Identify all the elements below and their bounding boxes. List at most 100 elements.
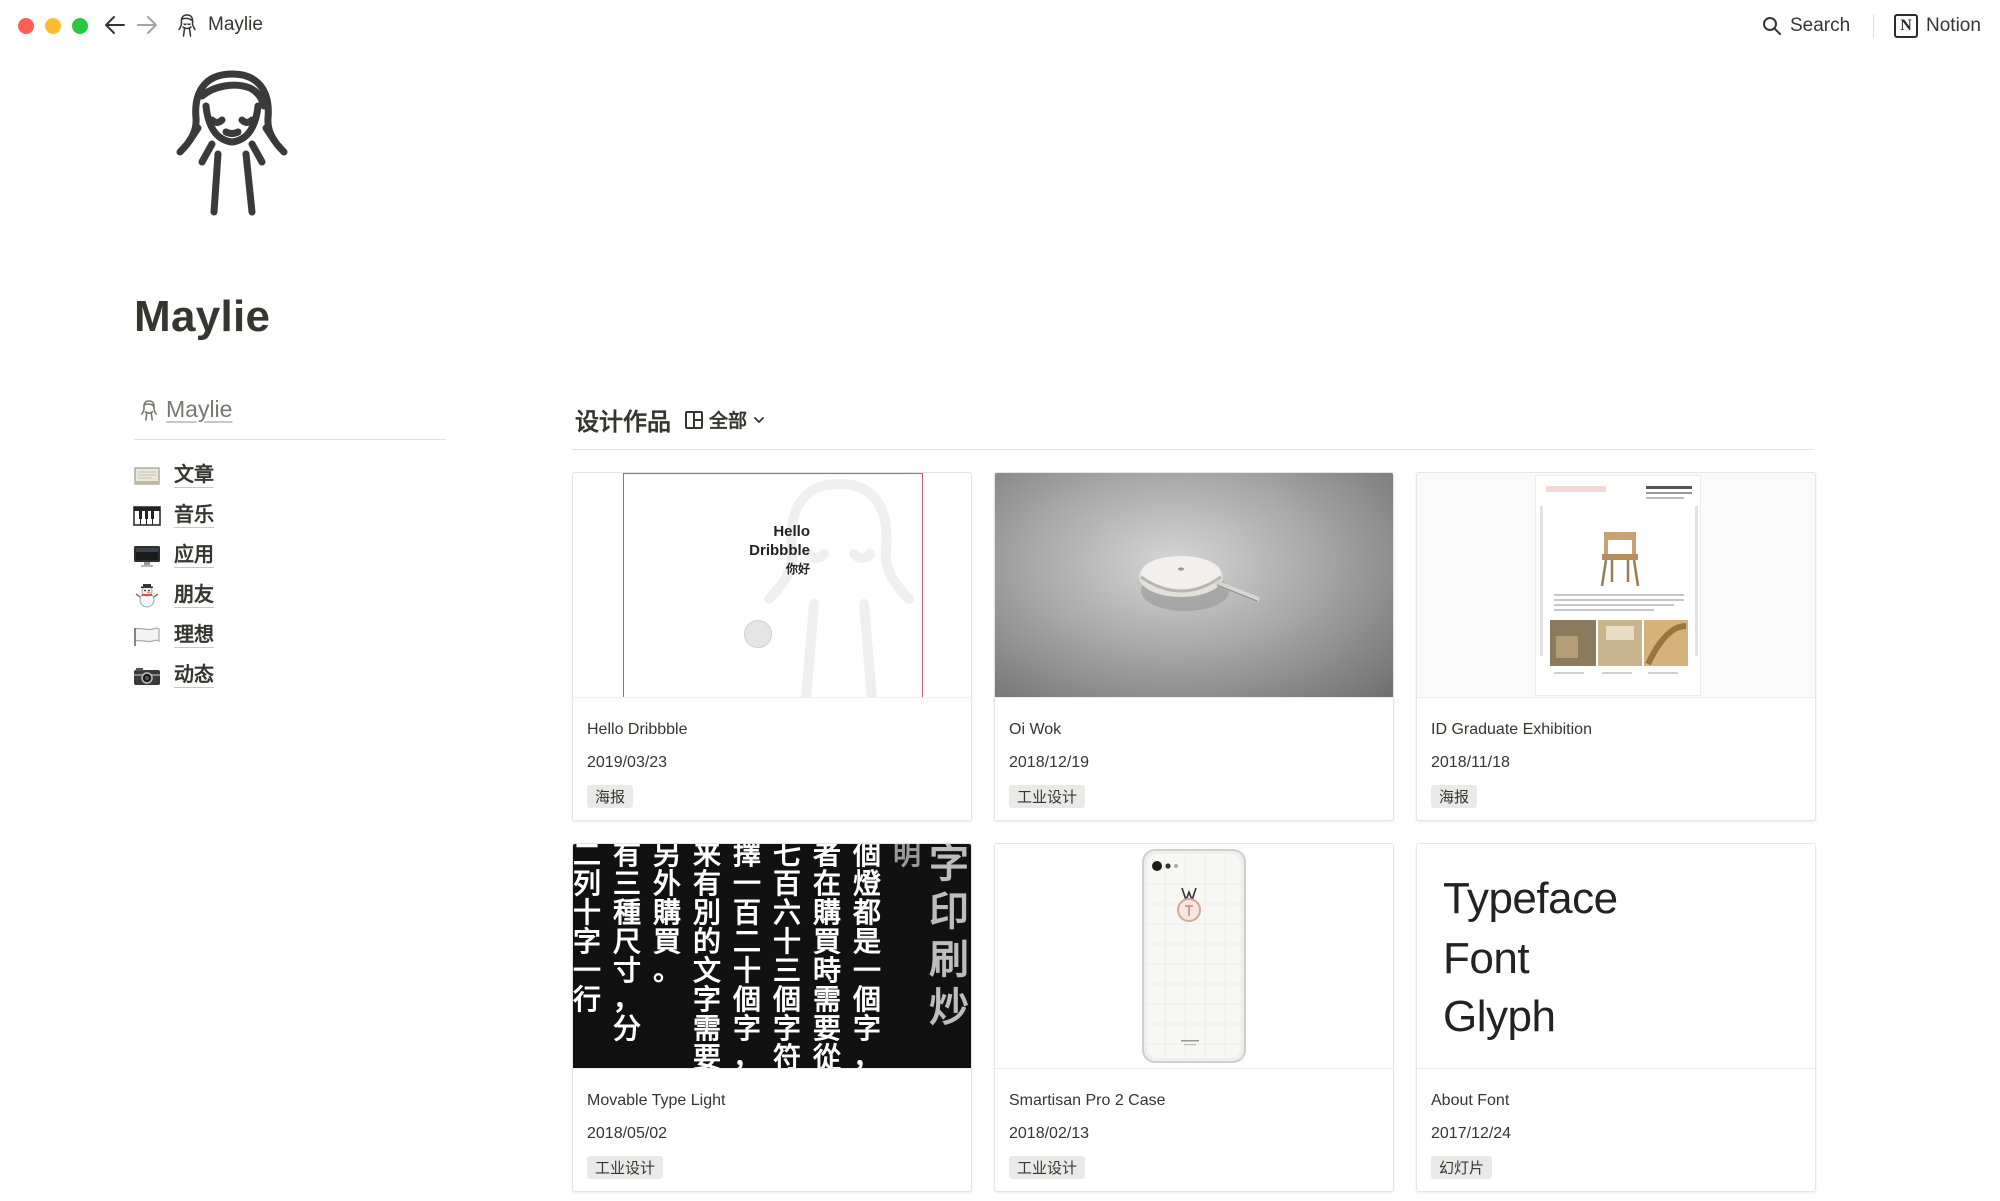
card-tag: 幻灯片 [1431,1156,1493,1179]
card-cover-image [995,844,1393,1069]
slide-word: Font [1443,934,1530,983]
poster-text: Hello Dribbble 你好 [700,522,810,579]
card-cover-image: 二 列 十 字 一 行 有 三 種 尺 寸 ， 分 另 外 購 買 。 来 有 … [573,844,971,1069]
card-title: ID Graduate Exhibition [1431,721,1592,738]
card-cover-image [1417,473,1815,698]
view-switcher[interactable]: 全部 [685,406,765,433]
notebook-icon [132,463,162,489]
card-date: 2019/03/23 [587,754,668,771]
girl-sketch-icon[interactable] [172,66,292,216]
page-title: Maylie [134,292,271,341]
card-title: About Font [1431,1092,1510,1109]
card-title: Hello Dribbble [587,721,688,738]
notion-label: Notion [1926,15,1981,36]
exhibition-poster [1535,475,1701,696]
gallery-card[interactable]: Oi Wok 2018/12/19 工业设计 [994,472,1394,821]
desktop-computer-icon [132,543,162,569]
slide-word: Glyph [1443,992,1556,1041]
page-link-updates[interactable]: 动态 [132,656,214,696]
girl-sketch-icon [141,399,157,421]
wok-product-image [1139,556,1260,611]
type-column: 另 外 購 買 。 [652,844,681,987]
poster-line: Hello [773,523,810,540]
card-cover-image: Hello Dribbble 你好 [573,473,971,698]
page-link-label: 应用 [174,544,214,568]
gallery-header: 设计作品 全部 [575,402,765,437]
window-close-button[interactable] [18,18,34,34]
page-link-label: 音乐 [174,504,214,528]
type-column: 七 百 六 十 三 個 字 符 [772,844,801,1069]
gallery-card[interactable]: Smartisan Pro 2 Case 2018/02/13 工业设计 [994,843,1394,1192]
window-minimize-button[interactable] [45,18,61,34]
type-column: 二 列 十 字 一 行 [573,844,601,1016]
card-date: 2018/05/02 [587,1125,668,1142]
camera-icon [132,663,162,689]
snowman-icon [132,583,162,609]
card-tag: 工业设计 [1009,785,1086,808]
left-divider [134,439,446,440]
slide-word: Typeface [1443,874,1618,923]
type-column: 明 [892,844,921,871]
card-title: Oi Wok [1009,721,1062,738]
page-link-ideals[interactable]: 理想 [132,616,214,656]
page-link-articles[interactable]: 文章 [132,456,214,496]
maylie-link-label: Maylie [166,396,233,422]
gallery-card[interactable]: Typeface Font Glyph About Font 2017/12/2… [1416,843,1816,1192]
page-link-apps[interactable]: 应用 [132,536,214,576]
topbar-divider [1873,14,1874,38]
type-column: 来 有 別 的 文 字 需 要 [692,844,721,1069]
card-cover-image [995,473,1393,698]
type-column: 有 三 種 尺 寸 ， 分 [612,844,641,1045]
window-maximize-button[interactable] [72,18,88,34]
page-link-list: 文章 音乐 应用 朋友 理想 动态 [132,456,214,696]
page-link-label: 动态 [174,664,214,688]
notion-button[interactable]: N Notion [1894,12,1981,40]
exhibition-poster-image [1540,486,1698,674]
search-button[interactable]: Search [1762,12,1850,40]
page-link-friends[interactable]: 朋友 [132,576,214,616]
view-label: 全部 [709,411,748,432]
gallery-view-icon [685,410,703,429]
type-column: 個 燈 都 是 一 個 字 ， [852,844,881,1069]
type-column: 字 印 刷 炒 [929,844,969,1031]
dribbble-ball-icon [744,620,772,648]
girl-sketch-icon [176,13,198,37]
phone-case-image [1142,849,1246,1063]
card-date: 2018/12/19 [1009,754,1090,771]
search-label: Search [1790,15,1851,36]
gallery-card[interactable]: ID Graduate Exhibition 2018/11/18 海报 [1416,472,1816,821]
back-arrow-icon[interactable] [102,12,128,38]
page-link-music[interactable]: 音乐 [132,496,214,536]
type-column: 擇 一 百 二 十 個 字 ， [732,844,761,1069]
gallery-divider [572,449,1814,450]
poster-frame: Hello Dribbble 你好 [623,473,923,697]
title-bar: Maylie Search N Notion [0,0,2000,52]
white-flag-icon [132,623,162,649]
type-column: 者 在 購 買 時 需 要 從 [812,844,841,1069]
poster-line: Dribbble [749,542,810,559]
gallery-card[interactable]: Hello Dribbble 你好 Hello Dribbble 2019/03… [572,472,972,821]
breadcrumb-title[interactable]: Maylie [208,14,263,36]
chevron-down-icon [754,416,764,423]
card-cover-image: Typeface Font Glyph [1417,844,1815,1069]
gallery-card[interactable]: 二 列 十 字 一 行 有 三 種 尺 寸 ， 分 另 外 購 買 。 来 有 … [572,843,972,1192]
card-date: 2018/02/13 [1009,1125,1090,1142]
card-tag: 工业设计 [1009,1156,1086,1179]
page-link-label: 理想 [174,624,214,648]
piano-keys-icon [132,503,162,529]
notion-logo-icon: N [1894,14,1918,38]
card-date: 2017/12/24 [1431,1125,1512,1142]
card-title: Smartisan Pro 2 Case [1009,1092,1166,1109]
maylie-page-link[interactable]: Maylie [140,396,232,423]
card-date: 2018/11/18 [1431,754,1510,771]
page-link-label: 朋友 [174,584,214,608]
forward-arrow-icon[interactable] [134,12,160,38]
gallery-title[interactable]: 设计作品 [575,402,671,437]
card-tag: 工业设计 [587,1156,664,1179]
girl-watermark-icon [764,479,914,697]
card-title: Movable Type Light [587,1092,726,1109]
search-icon [1763,17,1781,35]
card-tag: 海报 [1431,785,1478,808]
poster-line: 你好 [785,562,810,576]
page-link-label: 文章 [174,464,214,488]
